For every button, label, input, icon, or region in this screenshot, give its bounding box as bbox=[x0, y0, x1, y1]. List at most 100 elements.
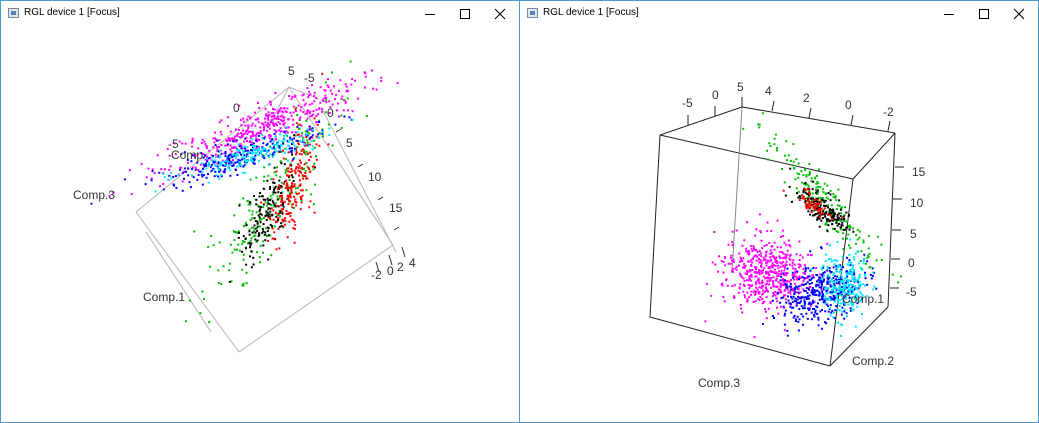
data-point bbox=[268, 137, 271, 140]
data-point bbox=[150, 177, 153, 180]
data-point bbox=[758, 250, 761, 253]
data-point bbox=[849, 246, 852, 249]
data-point bbox=[797, 320, 800, 323]
data-point bbox=[756, 288, 759, 291]
data-point bbox=[292, 118, 295, 121]
data-point bbox=[216, 139, 219, 142]
data-point bbox=[798, 173, 800, 176]
data-point bbox=[780, 305, 782, 308]
data-point bbox=[793, 289, 796, 292]
data-point bbox=[264, 107, 267, 110]
data-point bbox=[722, 260, 725, 263]
close-button[interactable] bbox=[483, 1, 517, 27]
title-bar[interactable]: RGL device 1 [Focus] bbox=[1, 1, 519, 27]
data-point bbox=[236, 134, 239, 137]
data-point bbox=[856, 238, 859, 241]
data-point bbox=[319, 86, 322, 89]
data-point bbox=[750, 275, 753, 278]
minimize-button[interactable] bbox=[932, 1, 966, 27]
rgl-window-2[interactable]: RGL device 1 [Focus] -5 0 5 4 2 0 -2 15 … bbox=[519, 0, 1039, 423]
data-point bbox=[294, 147, 297, 150]
data-point bbox=[262, 123, 265, 126]
data-point bbox=[283, 107, 286, 110]
data-point bbox=[289, 138, 292, 141]
data-point bbox=[269, 223, 272, 226]
data-point bbox=[291, 153, 293, 156]
data-point bbox=[217, 282, 220, 284]
rgl-3d-canvas[interactable]: 0 -5 5 -5 0 5 10 15 -2 0 2 4 Comp Comp.3… bbox=[1, 27, 519, 422]
data-point bbox=[796, 192, 798, 195]
data-point bbox=[835, 266, 838, 269]
data-point bbox=[839, 299, 842, 302]
maximize-button[interactable] bbox=[448, 1, 482, 27]
data-point bbox=[826, 277, 829, 280]
data-point bbox=[299, 161, 302, 164]
data-point bbox=[802, 268, 805, 271]
data-point bbox=[800, 181, 803, 184]
data-point bbox=[244, 145, 247, 148]
data-point bbox=[802, 174, 805, 176]
data-point bbox=[735, 229, 738, 232]
data-point bbox=[730, 257, 732, 260]
data-point bbox=[740, 307, 743, 310]
maximize-button[interactable] bbox=[967, 1, 1001, 27]
data-point bbox=[276, 145, 279, 148]
data-point bbox=[764, 308, 767, 310]
data-point bbox=[753, 247, 756, 250]
data-point bbox=[784, 267, 786, 270]
data-point bbox=[833, 296, 836, 299]
minimize-button[interactable] bbox=[413, 1, 447, 27]
data-point bbox=[791, 264, 794, 267]
data-point bbox=[852, 230, 855, 233]
data-point bbox=[258, 216, 261, 219]
data-point bbox=[240, 153, 242, 156]
data-point bbox=[258, 195, 261, 198]
close-button[interactable] bbox=[1002, 1, 1036, 27]
data-point bbox=[761, 279, 764, 282]
data-point bbox=[288, 211, 291, 214]
data-point bbox=[729, 262, 732, 265]
data-point bbox=[259, 261, 261, 264]
data-point bbox=[272, 209, 275, 212]
data-point bbox=[826, 242, 829, 245]
data-point bbox=[305, 162, 308, 164]
data-point bbox=[842, 266, 845, 269]
data-point bbox=[287, 141, 290, 143]
data-point bbox=[292, 158, 295, 161]
title-bar[interactable]: RGL device 1 [Focus] bbox=[520, 1, 1038, 27]
data-point bbox=[756, 251, 759, 253]
data-point bbox=[759, 296, 762, 298]
data-point bbox=[229, 163, 232, 166]
data-point bbox=[834, 309, 837, 312]
data-point bbox=[285, 209, 288, 212]
data-point bbox=[779, 261, 782, 264]
data-point bbox=[761, 281, 764, 284]
data-point bbox=[825, 223, 827, 226]
data-point bbox=[771, 315, 774, 317]
data-point bbox=[828, 244, 831, 247]
data-point bbox=[294, 94, 297, 97]
data-point bbox=[809, 206, 812, 209]
data-point bbox=[321, 99, 324, 102]
data-point bbox=[304, 112, 307, 115]
data-point bbox=[344, 83, 347, 86]
data-point bbox=[822, 210, 825, 213]
data-point bbox=[827, 318, 830, 320]
data-point bbox=[301, 174, 304, 177]
data-point bbox=[820, 284, 823, 287]
data-point bbox=[741, 244, 744, 247]
data-point bbox=[829, 199, 832, 202]
data-point bbox=[724, 264, 727, 267]
data-point bbox=[798, 308, 801, 310]
data-point bbox=[765, 296, 768, 299]
data-point bbox=[280, 192, 283, 194]
data-point bbox=[773, 317, 775, 319]
data-point bbox=[280, 204, 282, 207]
tick-label: 0 bbox=[233, 101, 240, 115]
rgl-3d-canvas[interactable]: -5 0 5 4 2 0 -2 15 10 5 0 -5 Comp.1 Comp… bbox=[520, 27, 1038, 422]
data-point bbox=[294, 172, 297, 175]
rgl-window-1[interactable]: RGL device 1 [Focus] 0 -5 5 -5 0 5 10 15… bbox=[0, 0, 520, 423]
data-point bbox=[829, 212, 832, 214]
data-point bbox=[803, 283, 805, 286]
data-point bbox=[265, 153, 267, 156]
